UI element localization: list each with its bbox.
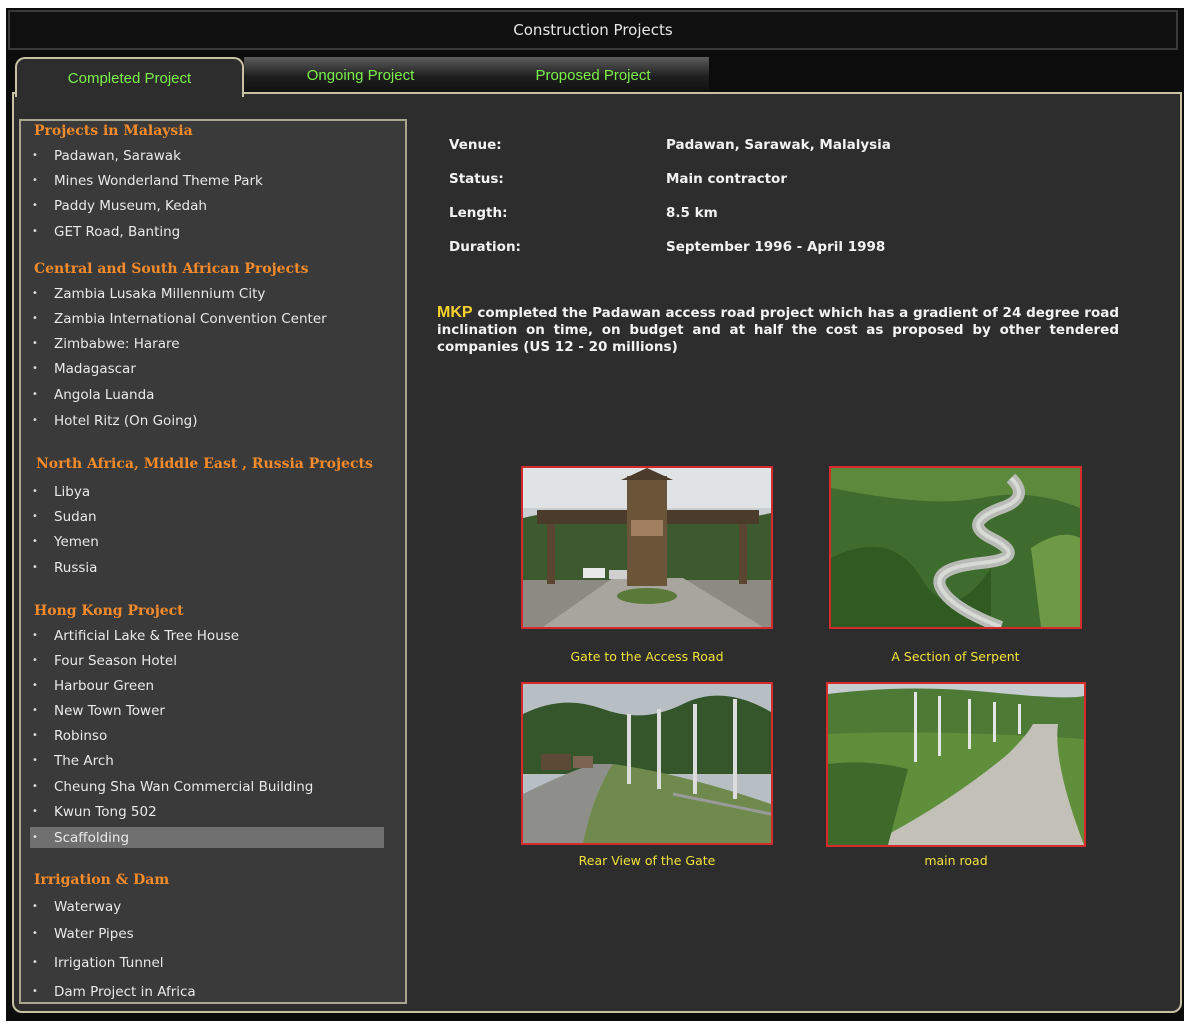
sidebar-item-label: Hotel Ritz (On Going) bbox=[54, 412, 198, 429]
sidebar-item[interactable]: • New Town Tower bbox=[30, 700, 384, 721]
sidebar-item-label: Libya bbox=[54, 483, 91, 500]
sidebar-item-label: Angola Luanda bbox=[54, 386, 155, 403]
sidebar-item-selected[interactable]: • Scaffolding bbox=[30, 827, 384, 848]
sidebar-item-label: GET Road, Banting bbox=[54, 223, 181, 240]
sidebar-item-label: Waterway bbox=[54, 898, 122, 915]
sidebar-item[interactable]: • The Arch bbox=[30, 750, 384, 771]
sidebar-item-label: Zambia International Convention Center bbox=[54, 310, 327, 327]
status-label: Status: bbox=[449, 171, 504, 187]
project-description: MKP completed the Padawan access road pr… bbox=[437, 304, 1119, 356]
sidebar-item[interactable]: • Russia bbox=[30, 557, 384, 578]
section-heading-hong-kong: Hong Kong Project bbox=[34, 603, 184, 619]
sidebar-item-label: Harbour Green bbox=[54, 677, 155, 694]
duration-value: September 1996 - April 1998 bbox=[666, 239, 886, 255]
sidebar-item-label: Kwun Tong 502 bbox=[54, 803, 157, 820]
section-heading-africa: Central and South African Projects bbox=[34, 261, 309, 277]
sidebar-item-label: Russia bbox=[54, 559, 98, 576]
sidebar-item-label: Artificial Lake & Tree House bbox=[54, 627, 240, 644]
venue-value: Padawan, Sarawak, Malalysia bbox=[666, 137, 891, 153]
sidebar-item[interactable]: • Cheung Sha Wan Commercial Building bbox=[30, 776, 384, 797]
sidebar-item[interactable]: • Dam Project in Africa bbox=[30, 981, 384, 1002]
sidebar-item[interactable]: • Artificial Lake & Tree House bbox=[30, 625, 384, 646]
rear-gate-photo-icon bbox=[523, 684, 771, 843]
sidebar-item-label: Four Season Hotel bbox=[54, 652, 177, 669]
sidebar-item[interactable]: • Mines Wonderland Theme Park bbox=[30, 170, 384, 191]
sidebar-item[interactable]: • Robinso bbox=[30, 725, 384, 746]
gate-photo[interactable] bbox=[521, 466, 773, 629]
sidebar-item-label: Water Pipes bbox=[54, 925, 134, 942]
sidebar-item[interactable]: • Irrigation Tunnel bbox=[30, 952, 384, 973]
brand-mkp: MKP bbox=[437, 304, 473, 321]
window-title: Construction Projects bbox=[8, 10, 1178, 50]
sidebar-item[interactable]: • Zambia International Convention Center bbox=[30, 308, 384, 329]
photo-caption: A Section of Serpent bbox=[891, 649, 1020, 664]
photo-caption: Rear View of the Gate bbox=[578, 853, 716, 868]
sidebar-item-label: Padawan, Sarawak bbox=[54, 147, 181, 164]
sidebar-item-label: Scaffolding bbox=[54, 829, 130, 846]
section-heading-malaysia: Projects in Malaysia bbox=[34, 123, 193, 139]
sidebar-item[interactable]: • Hotel Ritz (On Going) bbox=[30, 410, 384, 431]
sidebar-item[interactable]: • Angola Luanda bbox=[30, 384, 384, 405]
length-value: 8.5 km bbox=[666, 205, 718, 221]
serpent-road-photo[interactable] bbox=[829, 466, 1082, 629]
section-heading-north-africa: North Africa, Middle East , Russia Proje… bbox=[36, 456, 373, 472]
photo-caption: Gate to the Access Road bbox=[570, 649, 724, 664]
sidebar-item[interactable]: • Harbour Green bbox=[30, 675, 384, 696]
tab-ongoing-project[interactable]: Ongoing Project bbox=[244, 57, 477, 93]
description-text: completed the Padawan access road projec… bbox=[437, 305, 1119, 355]
duration-label: Duration: bbox=[449, 239, 521, 255]
length-label: Length: bbox=[449, 205, 508, 221]
sidebar-item[interactable]: • Sudan bbox=[30, 506, 384, 527]
sidebar-item-label: Madagascar bbox=[54, 360, 136, 377]
sidebar-item-label: New Town Tower bbox=[54, 702, 165, 719]
sidebar-item[interactable]: • Paddy Museum, Kedah bbox=[30, 195, 384, 216]
sidebar-item-label: Zimbabwe: Harare bbox=[54, 335, 180, 352]
sidebar-item-label: Cheung Sha Wan Commercial Building bbox=[54, 778, 314, 795]
sidebar-item[interactable]: • Libya bbox=[30, 481, 384, 502]
sidebar-item-label: Dam Project in Africa bbox=[54, 983, 196, 1000]
section-heading-irrigation: Irrigation & Dam bbox=[34, 872, 170, 888]
sidebar-item-label: Mines Wonderland Theme Park bbox=[54, 172, 263, 189]
serpent-road-photo-icon bbox=[831, 468, 1080, 627]
sidebar-item[interactable]: • Zambia Lusaka Millennium City bbox=[30, 283, 384, 304]
main-road-photo-icon bbox=[828, 684, 1084, 845]
tab-completed-project[interactable]: Completed Project bbox=[15, 57, 244, 97]
rear-gate-photo[interactable] bbox=[521, 682, 773, 845]
sidebar-item-label: Robinso bbox=[54, 727, 108, 744]
status-value: Main contractor bbox=[666, 171, 787, 187]
sidebar-item[interactable]: • Padawan, Sarawak bbox=[30, 145, 384, 166]
photo-caption: main road bbox=[924, 853, 988, 868]
sidebar-item[interactable]: • Yemen bbox=[30, 531, 384, 552]
sidebar-item-label: Sudan bbox=[54, 508, 97, 525]
sidebar-item-label: Paddy Museum, Kedah bbox=[54, 197, 207, 214]
sidebar-item[interactable]: • Kwun Tong 502 bbox=[30, 801, 384, 822]
gate-photo-icon bbox=[523, 468, 771, 627]
sidebar-item[interactable]: • Waterway bbox=[30, 896, 384, 917]
sidebar-item[interactable]: • Madagascar bbox=[30, 358, 384, 379]
sidebar-item[interactable]: • Zimbabwe: Harare bbox=[30, 333, 384, 354]
sidebar-item-label: Irrigation Tunnel bbox=[54, 954, 164, 971]
sidebar-item-label: Zambia Lusaka Millennium City bbox=[54, 285, 266, 302]
main-road-photo[interactable] bbox=[826, 682, 1086, 847]
venue-label: Venue: bbox=[449, 137, 502, 153]
sidebar-item[interactable]: • Water Pipes bbox=[30, 923, 384, 944]
sidebar-item[interactable]: • Four Season Hotel bbox=[30, 650, 384, 671]
sidebar-item[interactable]: • GET Road, Banting bbox=[30, 221, 384, 242]
tab-proposed-project[interactable]: Proposed Project bbox=[477, 57, 709, 93]
sidebar-item-label: The Arch bbox=[54, 752, 114, 769]
sidebar-item-label: Yemen bbox=[54, 533, 99, 550]
